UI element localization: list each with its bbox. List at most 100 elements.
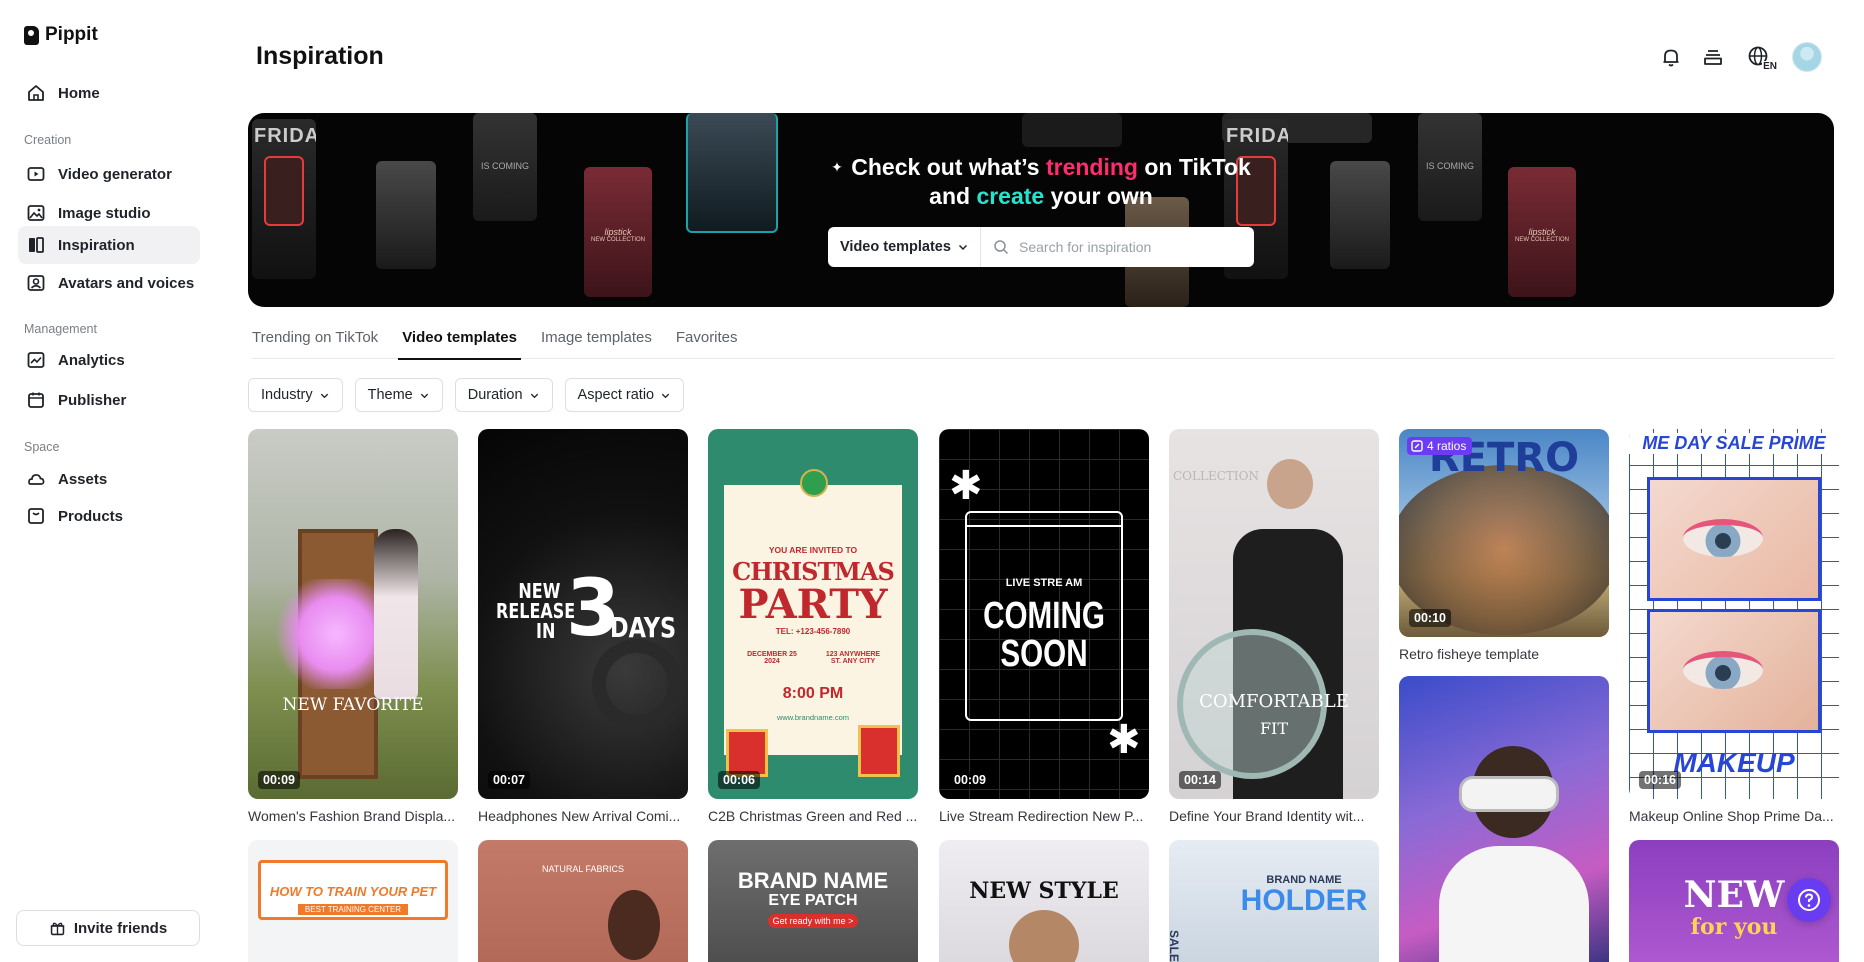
banner-tile-text: lipstick bbox=[1528, 227, 1556, 237]
template-caption: Women's Fashion Brand Displa... bbox=[248, 808, 456, 824]
template-card[interactable]: NEW FAVORITE 00:09 Women's Fashion Brand… bbox=[248, 429, 458, 824]
banner-tile-text: FRIDAY bbox=[1226, 125, 1288, 147]
help-button[interactable] bbox=[1787, 878, 1831, 922]
invite-friends-button[interactable]: Invite friends bbox=[16, 910, 200, 946]
template-thumbnail[interactable]: NEW STYLE bbox=[939, 840, 1149, 962]
tab-video-templates[interactable]: Video templates bbox=[398, 325, 521, 360]
duration-badge: 00:16 bbox=[1639, 771, 1681, 789]
thumb-overlay-text: SALE bbox=[1169, 930, 1181, 962]
pippit-logo[interactable]: Pippit bbox=[24, 24, 98, 46]
template-thumbnail[interactable]: NEW FAVORITE 00:09 bbox=[248, 429, 458, 799]
sidebar-item-label: Video generator bbox=[58, 165, 172, 183]
template-thumbnail[interactable] bbox=[1399, 676, 1609, 962]
thumb-overlay-text: NATURAL FABRICS bbox=[541, 864, 624, 874]
thumb-overlay-text: NEW STYLE bbox=[969, 878, 1119, 904]
asterisk-icon: ✱ bbox=[949, 464, 983, 508]
chevron-down-icon bbox=[661, 393, 670, 398]
template-thumbnail[interactable]: YOU ARE INVITED TO CHRISTMAS PARTY TEL: … bbox=[708, 429, 918, 799]
search-type-value: Video templates bbox=[840, 239, 951, 255]
bell-icon[interactable] bbox=[1658, 44, 1684, 70]
template-caption: C2B Christmas Green and Red ... bbox=[708, 808, 918, 824]
template-card[interactable]: HOW TO TRAIN YOUR PET BEST TRAINING CENT… bbox=[248, 840, 458, 962]
ratio-icon bbox=[1411, 440, 1423, 452]
thumb-overlay-text: DECEMBER 25 2024 bbox=[747, 651, 797, 665]
filter-aspect-ratio[interactable]: Aspect ratio bbox=[564, 378, 685, 412]
sidebar-item-inspiration[interactable]: Inspiration bbox=[18, 226, 200, 264]
banner-tile-text: NEW COLLECTION bbox=[1514, 237, 1569, 243]
template-thumbnail[interactable]: HOW TO TRAIN YOUR PET BEST TRAINING CENT… bbox=[248, 840, 458, 962]
template-thumbnail[interactable]: ✱ ✱ LIVE STRE AM COMING SOON 00:09 bbox=[939, 429, 1149, 799]
template-card[interactable]: BRAND NAME HOLDER SALE bbox=[1169, 840, 1379, 962]
template-card[interactable]: BRAND NAME EYE PATCH Get ready with me > bbox=[708, 840, 918, 962]
duration-badge: 00:07 bbox=[488, 771, 530, 789]
thumb-overlay-text: ME DAY SALE PRIME bbox=[1629, 433, 1839, 454]
section-label-space: Space bbox=[24, 440, 60, 454]
thumb-overlay-text: DAYS bbox=[610, 611, 677, 644]
template-caption: Retro fisheye template bbox=[1399, 646, 1540, 662]
ratio-label: 4 ratios bbox=[1427, 439, 1467, 453]
duration-badge: 00:09 bbox=[258, 771, 300, 789]
template-card[interactable]: NATURAL FABRICS bbox=[478, 840, 688, 962]
content-tabs: Trending on TikTok Video templates Image… bbox=[252, 325, 1834, 360]
sidebar-item-analytics[interactable]: Analytics bbox=[18, 341, 200, 379]
template-card[interactable]: NEW RELEASE IN 3 DAYS 00:07 Headphones N… bbox=[478, 429, 688, 824]
template-card[interactable]: ✱ ✱ LIVE STRE AM COMING SOON 00:09 Live … bbox=[939, 429, 1149, 824]
sidebar-item-avatars-and-voices[interactable]: Avatars and voices bbox=[18, 264, 200, 302]
template-card[interactable]: NEW STYLE bbox=[939, 840, 1149, 962]
template-thumbnail[interactable]: RETRO 4 ratios 00:10 bbox=[1399, 429, 1609, 637]
page-title: Inspiration bbox=[256, 42, 384, 70]
template-thumbnail[interactable]: NEW RELEASE IN 3 DAYS 00:07 bbox=[478, 429, 688, 799]
user-avatar[interactable] bbox=[1792, 42, 1822, 72]
projects-stack-icon[interactable] bbox=[1700, 44, 1726, 70]
sidebar-item-label: Assets bbox=[58, 470, 108, 488]
language-globe-icon[interactable]: EN bbox=[1742, 44, 1778, 72]
header-actions: EN bbox=[1658, 42, 1822, 72]
template-thumbnail[interactable]: COLLECTION COMFORTABLE FIT 00:14 bbox=[1169, 429, 1379, 799]
template-card[interactable]: ME DAY SALE PRIME MAKEUP 00:16 Makeup On… bbox=[1629, 429, 1839, 824]
template-card[interactable]: YOU ARE INVITED TO CHRISTMAS PARTY TEL: … bbox=[708, 429, 918, 824]
template-caption: Define Your Brand Identity wit... bbox=[1169, 808, 1365, 824]
filter-label: Industry bbox=[261, 387, 313, 403]
banner-headline: ✦ Check out what’s trending on TikTok an… bbox=[248, 153, 1834, 211]
sidebar-item-publisher[interactable]: Publisher bbox=[18, 381, 200, 419]
sidebar-item-home[interactable]: Home bbox=[18, 74, 200, 112]
thumb-overlay-text: 123 ANYWHERE ST. ANY CITY bbox=[825, 651, 881, 665]
search-input[interactable]: Search for inspiration bbox=[981, 227, 1254, 267]
template-thumbnail[interactable]: BRAND NAME HOLDER SALE bbox=[1169, 840, 1379, 962]
sidebar-item-products[interactable]: Products bbox=[18, 497, 200, 535]
filter-industry[interactable]: Industry bbox=[248, 378, 343, 412]
search-type-select[interactable]: Video templates bbox=[828, 227, 981, 267]
tab-image-templates[interactable]: Image templates bbox=[541, 325, 652, 359]
avatar-icon bbox=[27, 275, 45, 291]
sidebar-item-assets[interactable]: Assets bbox=[18, 460, 200, 498]
filter-duration[interactable]: Duration bbox=[454, 378, 553, 412]
duration-badge: 00:14 bbox=[1179, 771, 1221, 789]
search-icon bbox=[994, 240, 1009, 255]
thumb-overlay-text: LIVE STRE AM bbox=[1005, 577, 1083, 589]
banner-tile-text: FRIDAY bbox=[254, 125, 316, 147]
image-studio-icon bbox=[27, 205, 45, 221]
template-card[interactable] bbox=[1399, 676, 1609, 962]
inspiration-search-bar: Video templates Search for inspiration bbox=[828, 227, 1254, 267]
headline-text: on TikTok bbox=[1137, 154, 1251, 180]
headline-text: your own bbox=[1044, 183, 1153, 209]
template-card[interactable]: RETRO 4 ratios 00:10 Retro fisheye templ… bbox=[1399, 429, 1609, 662]
template-thumbnail[interactable]: ME DAY SALE PRIME MAKEUP 00:16 bbox=[1629, 429, 1839, 799]
sidebar-item-label: Inspiration bbox=[58, 236, 135, 254]
filter-theme[interactable]: Theme bbox=[354, 378, 443, 412]
thumb-overlay-text: COMING bbox=[983, 595, 1105, 637]
template-thumbnail[interactable]: NATURAL FABRICS bbox=[478, 840, 688, 962]
calendar-icon bbox=[28, 392, 44, 408]
sidebar-item-video-generator[interactable]: Video generator bbox=[18, 155, 200, 193]
template-thumbnail[interactable]: BRAND NAME EYE PATCH Get ready with me > bbox=[708, 840, 918, 962]
thumb-overlay-text: TEL: +123-456-7890 bbox=[775, 627, 851, 636]
asterisk-icon: ✱ bbox=[1107, 718, 1141, 762]
duration-badge: 00:06 bbox=[718, 771, 760, 789]
template-card[interactable]: COLLECTION COMFORTABLE FIT 00:14 Define … bbox=[1169, 429, 1379, 824]
duration-badge: 00:09 bbox=[949, 771, 991, 789]
thumb-overlay-text: EYE PATCH bbox=[768, 892, 858, 909]
tab-favorites[interactable]: Favorites bbox=[676, 325, 738, 359]
tab-trending-on-tiktok[interactable]: Trending on TikTok bbox=[252, 325, 378, 359]
headline-text: and bbox=[929, 183, 977, 209]
chevron-down-icon bbox=[420, 393, 428, 398]
